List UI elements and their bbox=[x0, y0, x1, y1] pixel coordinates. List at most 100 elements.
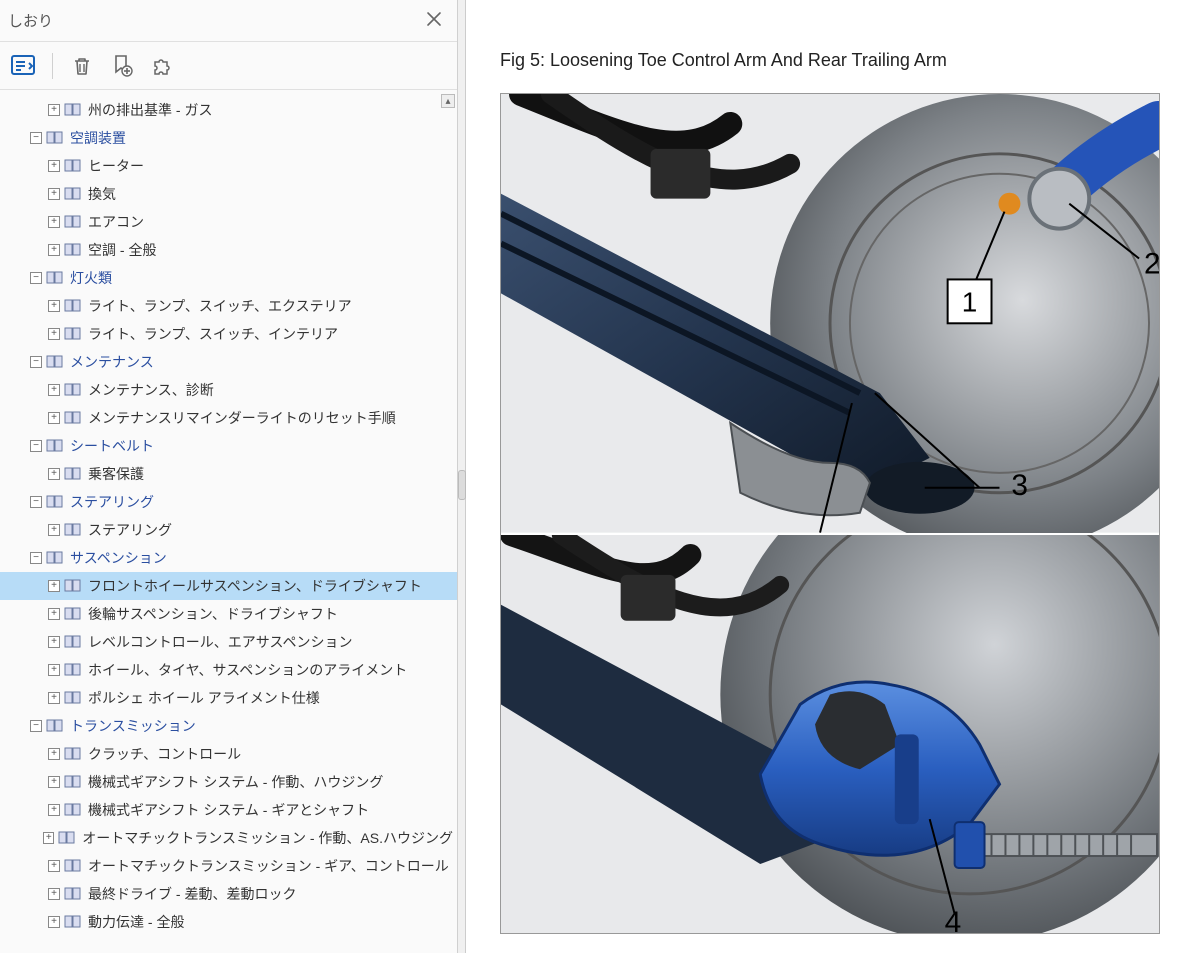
svg-text:4: 4 bbox=[945, 905, 962, 933]
tree-item[interactable]: + ライト、ランプ、スイッチ、エクステリア bbox=[0, 292, 457, 320]
book-icon bbox=[64, 103, 82, 117]
tree-item[interactable]: +後輪サスペンション、ドライブシャフト bbox=[0, 600, 457, 628]
expand-icon[interactable]: + bbox=[48, 412, 60, 424]
collapse-icon[interactable]: − bbox=[30, 356, 42, 368]
expand-icon[interactable]: + bbox=[48, 692, 60, 704]
tree-item-label: 機械式ギアシフト システム - 作動、ハウジング bbox=[88, 770, 383, 794]
tree-item-label: ステアリング bbox=[70, 490, 154, 514]
close-icon[interactable] bbox=[423, 8, 445, 34]
tree-category[interactable]: −トランスミッション bbox=[0, 712, 457, 740]
outline-view-icon[interactable] bbox=[10, 53, 36, 79]
book-icon bbox=[64, 383, 82, 397]
expand-icon[interactable]: + bbox=[48, 748, 60, 760]
collapse-icon[interactable]: − bbox=[30, 496, 42, 508]
expand-icon[interactable]: + bbox=[48, 916, 60, 928]
splitter-grip-icon[interactable] bbox=[458, 470, 466, 500]
tree-item[interactable]: +ホイール、タイヤ、サスペンションのアライメント bbox=[0, 656, 457, 684]
puzzle-icon[interactable] bbox=[149, 53, 175, 79]
collapse-icon[interactable]: − bbox=[30, 132, 42, 144]
tree-item-label: メンテナンス bbox=[70, 350, 154, 374]
expand-icon[interactable]: + bbox=[48, 188, 60, 200]
splitter[interactable] bbox=[458, 0, 466, 953]
expand-icon[interactable]: + bbox=[48, 300, 60, 312]
tree-item[interactable]: +ステアリング bbox=[0, 516, 457, 544]
bookmark-add-icon[interactable] bbox=[109, 53, 135, 79]
figure-caption: Fig 5: Loosening Toe Control Arm And Rea… bbox=[500, 50, 1200, 71]
tree-item[interactable]: +メンテナンスリマインダーライトのリセット手順 bbox=[0, 404, 457, 432]
collapse-icon[interactable]: − bbox=[30, 552, 42, 564]
expand-icon[interactable]: + bbox=[48, 160, 60, 172]
collapse-icon[interactable]: − bbox=[30, 440, 42, 452]
tree-item[interactable]: +エアコン bbox=[0, 208, 457, 236]
tree-category[interactable]: −シートベルト bbox=[0, 432, 457, 460]
expand-icon[interactable]: + bbox=[48, 888, 60, 900]
book-icon bbox=[64, 663, 82, 677]
expand-icon[interactable]: + bbox=[48, 104, 60, 116]
tree-item-label: 乗客保護 bbox=[88, 462, 144, 486]
tree-item[interactable]: +オートマチックトランスミッション - ギア、コントロール bbox=[0, 852, 457, 880]
sidebar-toolbar bbox=[0, 42, 457, 90]
expand-icon[interactable]: + bbox=[48, 328, 60, 340]
bookmark-tree[interactable]: ▴ + 州の排出基準 - ガス−空調装置+ヒーター+換気+エアコン + 空調 - 全般… bbox=[0, 90, 457, 953]
book-icon bbox=[64, 775, 82, 789]
book-icon bbox=[64, 607, 82, 621]
tree-item[interactable]: + オートマチックトランスミッション - 作動、AS.ハウジング bbox=[0, 824, 457, 852]
book-icon bbox=[64, 803, 82, 817]
book-icon bbox=[46, 439, 64, 453]
expand-icon[interactable]: + bbox=[48, 860, 60, 872]
collapse-icon[interactable]: − bbox=[30, 720, 42, 732]
expand-icon[interactable]: + bbox=[43, 832, 54, 844]
tree-category[interactable]: − メンテナンス bbox=[0, 348, 457, 376]
tree-item[interactable]: +動力伝達 - 全般 bbox=[0, 908, 457, 936]
tree-item[interactable]: + 機械式ギアシフト システム - 作動、ハウジング bbox=[0, 768, 457, 796]
expand-icon[interactable]: + bbox=[48, 580, 60, 592]
expand-icon[interactable]: + bbox=[48, 664, 60, 676]
book-icon bbox=[64, 747, 82, 761]
expand-icon[interactable]: + bbox=[48, 244, 60, 256]
tree-item[interactable]: +ライト、ランプ、スイッチ、インテリア bbox=[0, 320, 457, 348]
expand-icon[interactable]: + bbox=[48, 804, 60, 816]
tree-item[interactable]: + ポルシェ ホイール アライメント仕様 bbox=[0, 684, 457, 712]
expand-icon[interactable]: + bbox=[48, 636, 60, 648]
figure-bottom: 4 bbox=[501, 535, 1159, 934]
book-icon bbox=[64, 523, 82, 537]
expand-icon[interactable]: + bbox=[48, 524, 60, 536]
tree-item[interactable]: +フロントホイールサスペンション、ドライブシャフト bbox=[0, 572, 457, 600]
tree-item[interactable]: +ヒーター bbox=[0, 152, 457, 180]
book-icon bbox=[64, 187, 82, 201]
tree-category[interactable]: − ステアリング bbox=[0, 488, 457, 516]
tree-item[interactable]: + 最終ドライブ - 差動、差動ロック bbox=[0, 880, 457, 908]
svg-text:2: 2 bbox=[1144, 247, 1159, 280]
expand-icon[interactable]: + bbox=[48, 776, 60, 788]
tree-item-label: 空調 - 全般 bbox=[88, 238, 156, 262]
book-icon bbox=[64, 887, 82, 901]
tree-item[interactable]: +換気 bbox=[0, 180, 457, 208]
tree-item-label: オートマチックトランスミッション - 作動、AS.ハウジング bbox=[82, 826, 453, 850]
tree-item-label: ポルシェ ホイール アライメント仕様 bbox=[88, 686, 320, 710]
collapse-icon[interactable]: − bbox=[30, 272, 42, 284]
tree-item[interactable]: +メンテナンス、診断 bbox=[0, 376, 457, 404]
expand-icon[interactable]: + bbox=[48, 608, 60, 620]
tree-item-label: 州の排出基準 - ガス bbox=[88, 98, 212, 122]
tree-item-label: レベルコントロール、エアサスペンション bbox=[88, 630, 352, 654]
tree-item-label: ライト、ランプ、スイッチ、エクステリア bbox=[88, 294, 352, 318]
document-view: Fig 5: Loosening Toe Control Arm And Rea… bbox=[466, 0, 1200, 953]
tree-item[interactable]: + レベルコントロール、エアサスペンション bbox=[0, 628, 457, 656]
expand-icon[interactable]: + bbox=[48, 468, 60, 480]
trash-icon[interactable] bbox=[69, 53, 95, 79]
tree-item[interactable]: + クラッチ、コントロール bbox=[0, 740, 457, 768]
tree-item[interactable]: + 州の排出基準 - ガス bbox=[0, 96, 457, 124]
expand-icon[interactable]: + bbox=[48, 384, 60, 396]
tree-item-label: 最終ドライブ - 差動、差動ロック bbox=[88, 882, 296, 906]
tree-category[interactable]: −空調装置 bbox=[0, 124, 457, 152]
tree-item[interactable]: +機械式ギアシフト システム - ギアとシャフト bbox=[0, 796, 457, 824]
expand-icon[interactable]: + bbox=[48, 216, 60, 228]
sidebar-header: しおり bbox=[0, 0, 457, 42]
scroll-up-icon[interactable]: ▴ bbox=[441, 94, 455, 108]
tree-category[interactable]: −サスペンション bbox=[0, 544, 457, 572]
book-icon bbox=[46, 495, 64, 509]
tree-item-label: クラッチ、コントロール bbox=[88, 742, 241, 766]
tree-item[interactable]: + 空調 - 全般 bbox=[0, 236, 457, 264]
tree-category[interactable]: −灯火類 bbox=[0, 264, 457, 292]
tree-item[interactable]: + 乗客保護 bbox=[0, 460, 457, 488]
